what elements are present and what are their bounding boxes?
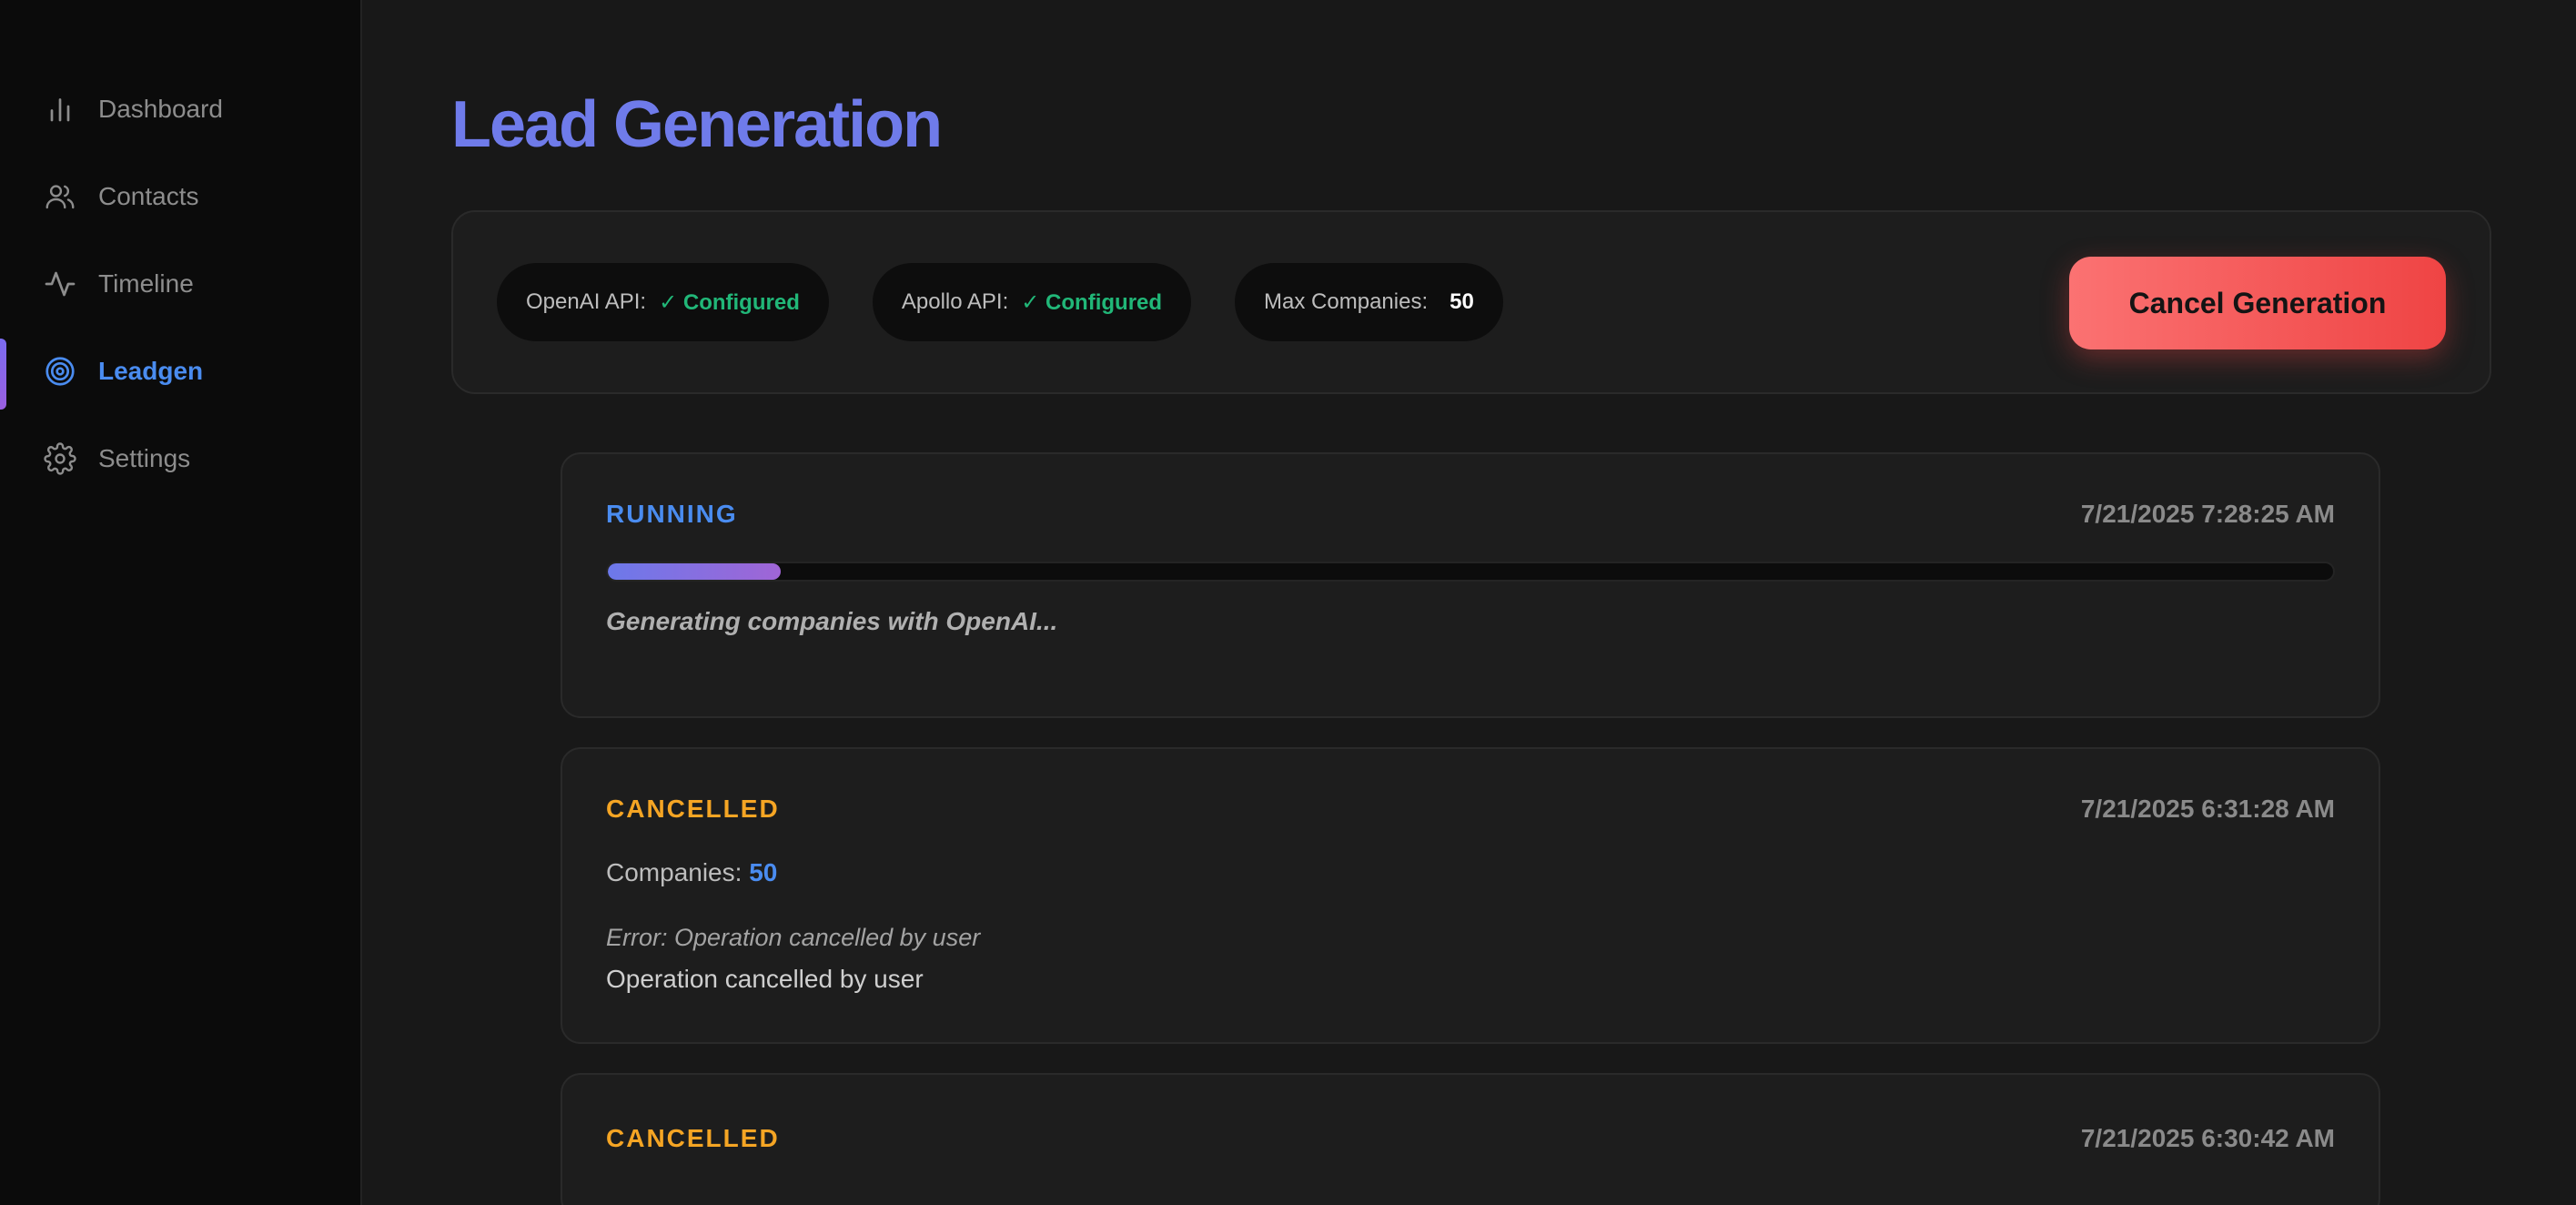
job-timestamp: 7/21/2025 7:28:25 AM	[2080, 500, 2335, 528]
target-icon	[42, 353, 78, 390]
job-card: CANCELLED 7/21/2025 6:31:28 AM Companies…	[561, 747, 2380, 1044]
progress-bar	[606, 562, 2335, 582]
sidebar-item-leadgen[interactable]: Leadgen	[0, 328, 360, 415]
app-root: Dashboard Contacts Timeline Leadgen Sett…	[0, 0, 2576, 1205]
job-error: Error: Operation cancelled by user	[606, 924, 981, 951]
sidebar-item-contacts[interactable]: Contacts	[0, 153, 360, 240]
sidebar-item-label: Timeline	[98, 269, 194, 298]
status-badge: CANCELLED	[606, 1124, 780, 1152]
max-companies-label: Max Companies:	[1264, 289, 1429, 314]
sidebar-item-label: Leadgen	[98, 357, 204, 385]
openai-status-pill: OpenAI API: ✓ Configured	[497, 263, 829, 341]
max-companies-pill: Max Companies: 50	[1235, 263, 1503, 341]
config-bar: OpenAI API: ✓ Configured Apollo API: ✓ C…	[451, 210, 2491, 394]
status-badge: RUNNING	[606, 500, 738, 528]
apollo-status-pill: Apollo API: ✓ Configured	[872, 263, 1192, 341]
cancel-generation-button[interactable]: Cancel Generation	[2069, 257, 2446, 349]
main-content: Lead Generation OpenAI API: ✓ Configured…	[362, 0, 2576, 1205]
page-title: Lead Generation	[451, 88, 943, 161]
job-card: CANCELLED 7/21/2025 6:30:42 AM	[561, 1073, 2380, 1205]
job-card: RUNNING 7/21/2025 7:28:25 AM Generating …	[561, 452, 2380, 718]
apollo-label: Apollo API:	[901, 289, 1009, 314]
job-detail: Operation cancelled by user	[606, 965, 924, 993]
companies-label: Companies:	[606, 858, 742, 886]
job-message: Generating companies with OpenAI...	[606, 607, 1058, 635]
companies-value: 50	[749, 858, 778, 886]
job-list: RUNNING 7/21/2025 7:28:25 AM Generating …	[561, 452, 2380, 1205]
sidebar-item-label: Contacts	[98, 182, 199, 210]
openai-status: ✓ Configured	[659, 289, 800, 315]
bar-chart-icon	[42, 91, 78, 127]
job-timestamp: 7/21/2025 6:30:42 AM	[2080, 1124, 2335, 1152]
sidebar-item-dashboard[interactable]: Dashboard	[0, 66, 360, 153]
sidebar: Dashboard Contacts Timeline Leadgen Sett…	[0, 0, 362, 1205]
openai-label: OpenAI API:	[526, 289, 647, 314]
sidebar-item-label: Dashboard	[98, 95, 223, 123]
users-icon	[42, 178, 78, 215]
sidebar-item-timeline[interactable]: Timeline	[0, 240, 360, 328]
status-badge: CANCELLED	[606, 795, 780, 823]
companies-count: Companies: 50	[606, 858, 2335, 887]
max-companies-value: 50	[1450, 289, 1474, 314]
sidebar-item-settings[interactable]: Settings	[0, 415, 360, 502]
gear-icon	[42, 440, 78, 477]
sidebar-item-label: Settings	[98, 444, 191, 472]
progress-fill	[608, 563, 781, 580]
job-timestamp: 7/21/2025 6:31:28 AM	[2080, 795, 2335, 823]
apollo-status: ✓ Configured	[1021, 289, 1163, 315]
activity-icon	[42, 266, 78, 302]
